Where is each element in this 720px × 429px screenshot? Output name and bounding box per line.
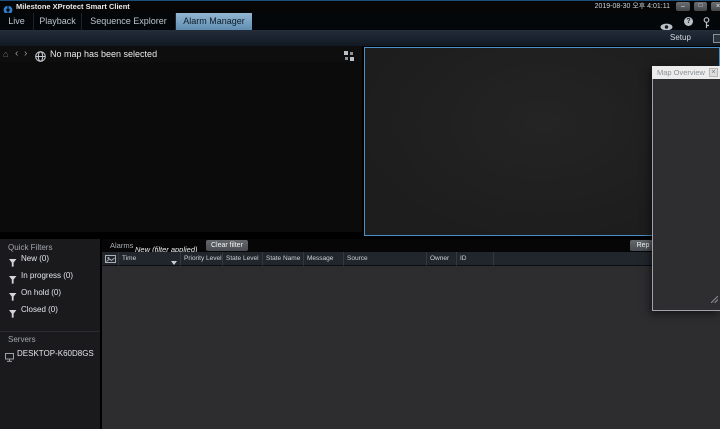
quick-filters-title: Quick Filters [8,243,52,252]
column-state-name[interactable]: State Name [263,252,304,266]
home-icon[interactable]: ⌂ [3,46,8,62]
tab-bar: Live Playback Sequence Explorer Alarm Ma… [0,13,720,30]
help-icon[interactable]: ? [684,17,693,26]
map-overview-titlebar[interactable]: Map Overview × [652,66,720,79]
filter-item-in-progress[interactable]: In progress (0) [0,269,100,282]
forward-icon[interactable]: › [24,46,27,61]
filter-item-label: New (0) [21,252,49,265]
filter-item-new[interactable]: New (0) [0,252,100,265]
map-overview-body [652,79,720,311]
alarm-table-body[interactable] [102,266,720,429]
tab-sequence-explorer[interactable]: Sequence Explorer [82,13,176,30]
alarm-table-header: Time Priority Level State Level State Na… [102,252,720,266]
alarms-label: Alarms [110,239,133,252]
tab-playback[interactable]: Playback [34,13,82,30]
back-icon[interactable]: ‹ [15,46,18,61]
alarm-list-section: Alarms New (filter applied) Clear filter… [102,239,720,429]
filter-item-label: In progress (0) [21,269,73,282]
map-view: ⌂ ‹ › No map has been selected [0,46,362,232]
app-window: Milestone XProtect Smart Client 2019-08-… [0,0,720,429]
quick-filters-panel: Quick Filters New (0) In progress (0) On… [0,239,100,429]
server-item[interactable]: DESKTOP-K60D8GS [0,347,100,360]
column-state-level[interactable]: State Level [223,252,263,266]
column-source[interactable]: Source [344,252,427,266]
minimize-button[interactable]: – [676,2,690,11]
map-overview-close-icon[interactable]: × [709,68,718,77]
filter-item-label: Closed (0) [21,303,58,316]
column-time[interactable]: Time [119,252,181,266]
setup-button[interactable]: Setup [670,30,691,46]
column-owner[interactable]: Owner [427,252,457,266]
funnel-icon [9,305,17,323]
resize-grip[interactable] [711,290,718,308]
panel-divider [0,331,100,332]
tab-alarm-manager[interactable]: Alarm Manager [176,13,252,30]
server-icon [5,349,14,367]
servers-title: Servers [8,335,36,344]
column-priority-level[interactable]: Priority Level [181,252,223,266]
clock: 2019-08-30 오후 4:01:11 [595,1,670,13]
workspace-toolbar: Setup [0,30,720,46]
filter-item-label: On hold (0) [21,286,61,299]
globe-icon[interactable] [35,49,46,67]
column-message[interactable]: Message [304,252,344,266]
map-overview-title: Map Overview [657,66,705,79]
tab-live[interactable]: Live [0,13,34,30]
map-status-message: No map has been selected [50,46,157,62]
filter-item-closed[interactable]: Closed (0) [0,303,100,316]
panel-toggle-icon[interactable] [713,34,720,43]
column-picture[interactable] [102,252,119,266]
column-label: Time [122,255,136,262]
map-toolbar: ⌂ ‹ › No map has been selected [0,46,362,62]
filter-item-on-hold[interactable]: On hold (0) [0,286,100,299]
server-name: DESKTOP-K60D8GS [17,347,94,360]
alarm-toolbar: Alarms New (filter applied) Clear filter… [102,239,720,252]
titlebar: Milestone XProtect Smart Client 2019-08-… [0,1,720,13]
app-title: Milestone XProtect Smart Client [16,1,130,13]
close-button[interactable]: × [711,2,720,11]
column-id[interactable]: ID [457,252,494,266]
grid-icon[interactable] [344,49,355,67]
maximize-button[interactable]: □ [694,2,707,11]
clear-filter-button[interactable]: Clear filter [206,240,248,251]
sort-desc-icon [171,257,177,266]
map-overview-window: Map Overview × [652,66,720,311]
